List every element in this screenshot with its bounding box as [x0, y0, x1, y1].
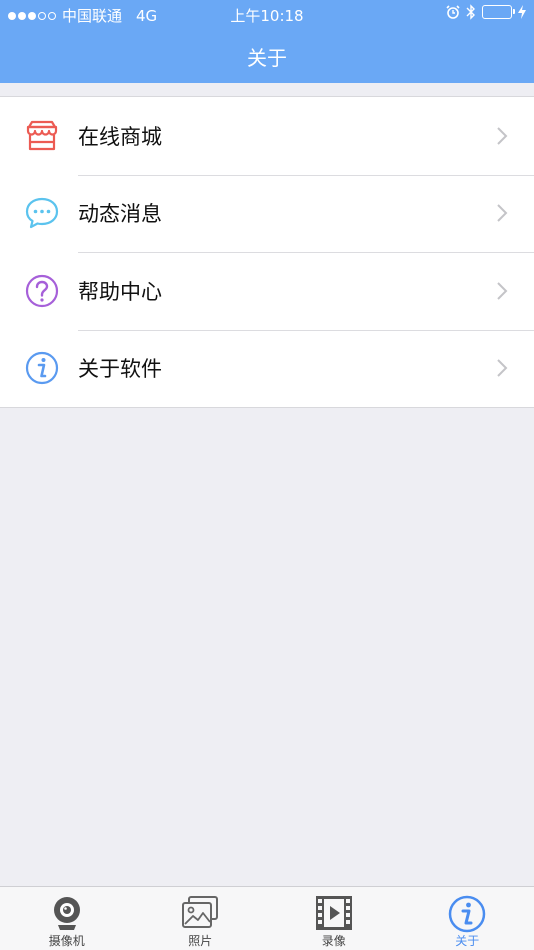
menu-item-label: 在线商城: [78, 124, 162, 149]
menu-item-news[interactable]: 动态消息: [0, 174, 534, 253]
alarm-icon: [446, 5, 460, 19]
video-icon: [315, 896, 352, 930]
store-icon: [26, 120, 58, 150]
chevron-right-icon: [497, 282, 508, 300]
settings-list: 在线商城 动态消息 帮助中心 关于软件: [0, 96, 534, 408]
info-icon: [25, 352, 59, 385]
tab-about[interactable]: 关于: [401, 887, 534, 950]
top-bar: 中国联通 4G 上午10:18 关于: [0, 0, 534, 83]
menu-item-label: 关于软件: [78, 357, 162, 382]
menu-item-about-software[interactable]: 关于软件: [0, 329, 534, 408]
tab-camera[interactable]: 摄像机: [0, 887, 134, 950]
tab-bar: 摄像机 照片 录像 关于: [0, 886, 534, 950]
tab-videos[interactable]: 录像: [267, 887, 401, 950]
message-bubble-icon: [25, 198, 59, 229]
menu-item-label: 帮助中心: [78, 279, 162, 304]
charging-bolt-icon: [518, 5, 526, 19]
info-icon: [449, 895, 486, 933]
menu-item-online-store[interactable]: 在线商城: [0, 97, 534, 175]
tab-label: 照片: [188, 934, 213, 948]
status-bar: 中国联通 4G 上午10:18: [0, 0, 534, 28]
tab-label: 摄像机: [48, 934, 85, 948]
bluetooth-icon: [466, 4, 475, 20]
page-title: 关于: [247, 46, 287, 70]
photos-icon: [182, 896, 219, 928]
help-question-icon: [25, 274, 59, 307]
chevron-right-icon: [497, 204, 508, 222]
menu-item-label: 动态消息: [78, 202, 162, 227]
menu-item-help-center[interactable]: 帮助中心: [0, 252, 534, 330]
tab-label: 录像: [321, 934, 346, 948]
tab-label: 关于: [455, 934, 480, 948]
chevron-right-icon: [497, 359, 508, 377]
chevron-right-icon: [497, 127, 508, 145]
battery-icon: [482, 5, 515, 19]
tab-photos[interactable]: 照片: [134, 887, 268, 950]
camera-icon: [53, 897, 80, 930]
